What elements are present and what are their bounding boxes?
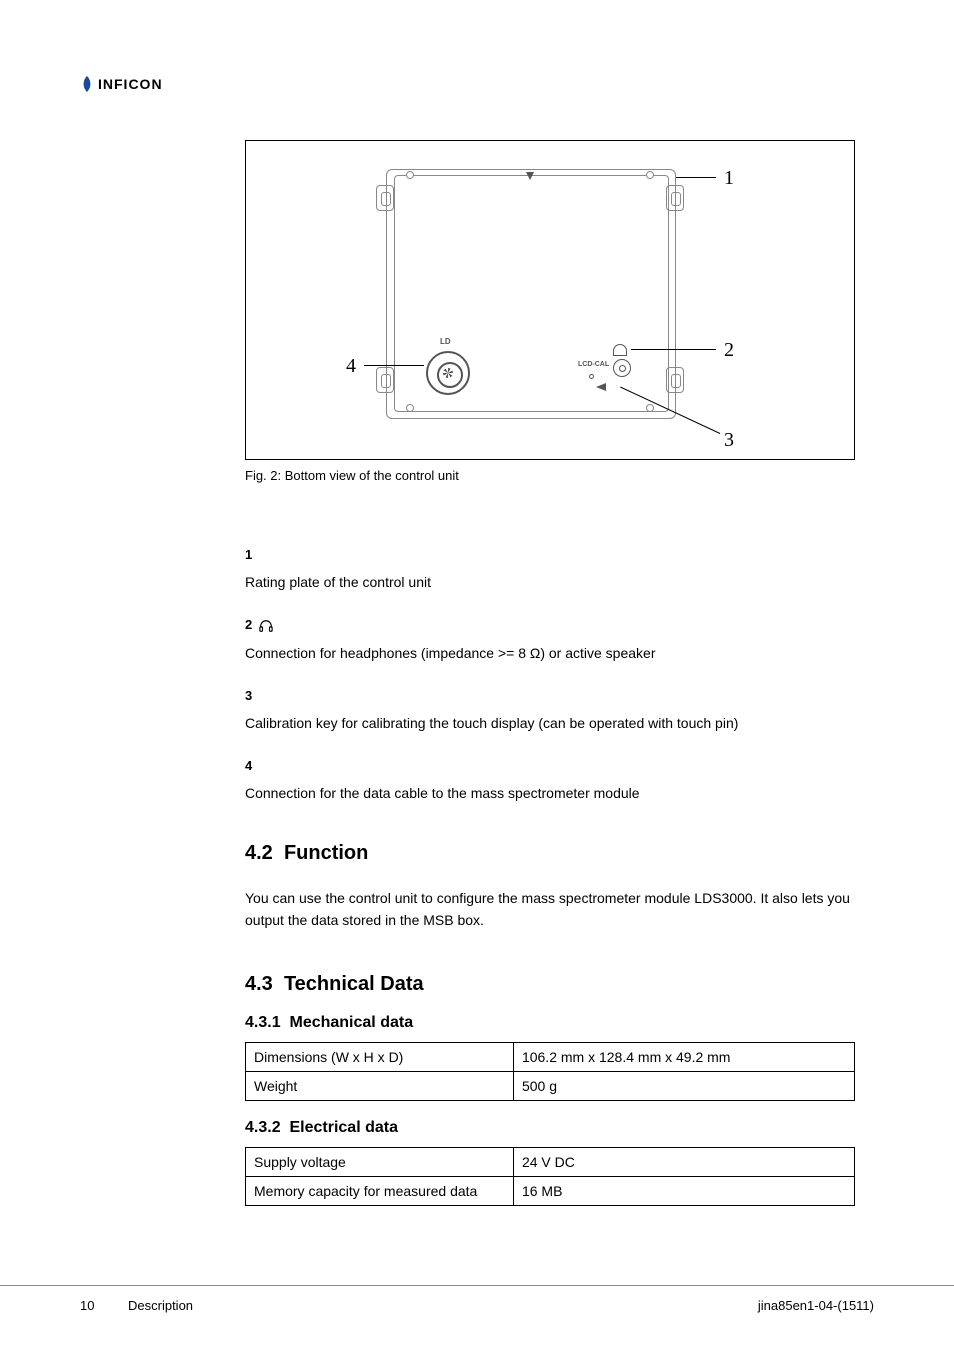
lcdcal-hole-icon	[613, 359, 631, 377]
table-cell-label: Memory capacity for measured data	[246, 1177, 514, 1206]
list-description: Connection for the data cable to the mas…	[245, 783, 855, 804]
table-row: Memory capacity for measured data 16 MB	[246, 1177, 855, 1206]
callout-1: 1	[724, 167, 734, 190]
brand-logo: INFICON	[80, 75, 163, 93]
electrical-data-table: Supply voltage 24 V DC Memory capacity f…	[245, 1147, 855, 1206]
callout-2: 2	[724, 339, 734, 362]
table-cell-value: 500 g	[513, 1072, 854, 1101]
callout-4: 4	[346, 355, 356, 378]
mechanical-data-table: Dimensions (W x H x D) 106.2 mm x 128.4 …	[245, 1042, 855, 1101]
list-description: Rating plate of the control unit	[245, 572, 855, 593]
list-item: 3 Calibration key for calibrating the to…	[245, 688, 855, 734]
arrow-icon	[596, 383, 606, 391]
section-heading: 4.3 Technical Data	[245, 973, 855, 996]
page-footer: 10 Description jina85en1-04-(1511)	[0, 1285, 954, 1296]
list-number: 4	[245, 758, 855, 773]
brand-name: INFICON	[98, 76, 163, 92]
table-cell-label: Supply voltage	[246, 1148, 514, 1177]
figure-container: LD LCD-CAL 1 2 3 4	[245, 140, 855, 460]
list-description: Connection for headphones (impedance >= …	[245, 643, 855, 664]
table-cell-label: Dimensions (W x H x D)	[246, 1043, 514, 1072]
ld-label: LD	[440, 337, 451, 346]
paragraph: You can use the control unit to configur…	[245, 887, 855, 932]
table-cell-label: Weight	[246, 1072, 514, 1101]
table-cell-value: 16 MB	[513, 1177, 854, 1206]
table-row: Supply voltage 24 V DC	[246, 1148, 855, 1177]
list-number: 1	[245, 547, 855, 562]
footer-section-name: Description	[128, 1298, 193, 1313]
page-number: 10	[80, 1298, 94, 1313]
inficon-icon	[80, 75, 94, 93]
device-diagram: LD LCD-CAL 1 2 3 4	[316, 169, 784, 439]
list-description: Calibration key for calibrating the touc…	[245, 713, 855, 734]
list-number: 3	[245, 688, 855, 703]
lcdcal-label: LCD-CAL	[578, 361, 609, 368]
list-number: 2	[245, 617, 855, 633]
table-cell-value: 106.2 mm x 128.4 mm x 49.2 mm	[513, 1043, 854, 1072]
callout-3: 3	[724, 429, 734, 452]
table-row: Weight 500 g	[246, 1072, 855, 1101]
ld-connector-icon	[426, 351, 470, 395]
subsection-heading: 4.3.1 Mechanical data	[245, 1014, 855, 1032]
callout-legend: 1 Rating plate of the control unit 2 Con…	[245, 547, 855, 804]
list-item: 4 Connection for the data cable to the m…	[245, 758, 855, 804]
list-item: 1 Rating plate of the control unit	[245, 547, 855, 593]
section-heading: 4.2 Function	[245, 842, 855, 865]
table-cell-value: 24 V DC	[513, 1148, 854, 1177]
headphone-jack-icon	[613, 344, 627, 356]
list-item: 2 Connection for headphones (impedance >…	[245, 617, 855, 664]
table-row: Dimensions (W x H x D) 106.2 mm x 128.4 …	[246, 1043, 855, 1072]
headphones-icon	[259, 619, 273, 633]
figure-caption: Fig. 2: Bottom view of the control unit	[245, 468, 855, 483]
subsection-heading: 4.3.2 Electrical data	[245, 1119, 855, 1137]
footer-document-id: jina85en1-04-(1511)	[758, 1298, 874, 1313]
